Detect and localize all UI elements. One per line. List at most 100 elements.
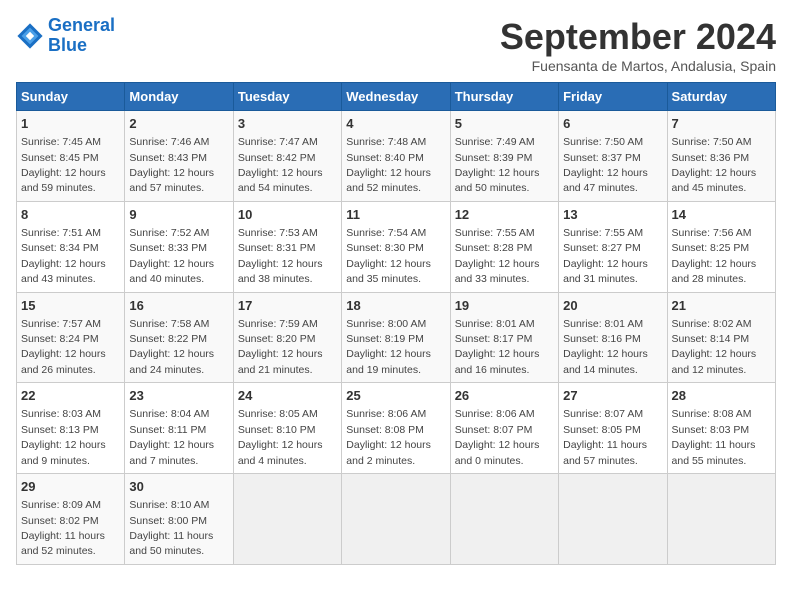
day-detail: Sunrise: 7:57 AM Sunset: 8:24 PM Dayligh…	[21, 318, 106, 376]
calendar-cell: 16 Sunrise: 7:58 AM Sunset: 8:22 PM Dayli…	[125, 292, 233, 383]
calendar-cell	[667, 474, 775, 565]
day-detail: Sunrise: 8:10 AM Sunset: 8:00 PM Dayligh…	[129, 499, 213, 557]
month-title: September 2024	[500, 16, 776, 58]
logo-icon	[16, 22, 44, 50]
calendar-cell: 12 Sunrise: 7:55 AM Sunset: 8:28 PM Dayli…	[450, 201, 558, 292]
day-header: Monday	[125, 83, 233, 111]
day-number: 30	[129, 478, 228, 496]
day-number: 2	[129, 115, 228, 133]
calendar-cell: 18 Sunrise: 8:00 AM Sunset: 8:19 PM Dayli…	[342, 292, 450, 383]
day-detail: Sunrise: 8:09 AM Sunset: 8:02 PM Dayligh…	[21, 499, 105, 557]
day-detail: Sunrise: 7:56 AM Sunset: 8:25 PM Dayligh…	[672, 227, 757, 285]
calendar-cell	[559, 474, 667, 565]
day-detail: Sunrise: 7:49 AM Sunset: 8:39 PM Dayligh…	[455, 136, 540, 194]
page-header: General Blue September 2024 Fuensanta de…	[16, 16, 776, 74]
day-number: 21	[672, 297, 771, 315]
logo: General Blue	[16, 16, 115, 56]
calendar-week-row: 22 Sunrise: 8:03 AM Sunset: 8:13 PM Dayli…	[17, 383, 776, 474]
day-number: 11	[346, 206, 445, 224]
day-number: 10	[238, 206, 337, 224]
day-detail: Sunrise: 7:46 AM Sunset: 8:43 PM Dayligh…	[129, 136, 214, 194]
day-number: 5	[455, 115, 554, 133]
day-detail: Sunrise: 7:55 AM Sunset: 8:27 PM Dayligh…	[563, 227, 648, 285]
calendar-cell: 3Sunrise: 7:47 AM Sunset: 8:42 PM Daylig…	[233, 111, 341, 202]
day-detail: Sunrise: 7:50 AM Sunset: 8:37 PM Dayligh…	[563, 136, 648, 194]
day-detail: Sunrise: 7:47 AM Sunset: 8:42 PM Dayligh…	[238, 136, 323, 194]
day-number: 8	[21, 206, 120, 224]
calendar-cell: 26 Sunrise: 8:06 AM Sunset: 8:07 PM Dayli…	[450, 383, 558, 474]
calendar-week-row: 1 Sunrise: 7:45 AM Sunset: 8:45 PM Daylig…	[17, 111, 776, 202]
day-detail: Sunrise: 8:05 AM Sunset: 8:10 PM Dayligh…	[238, 408, 323, 466]
day-number: 14	[672, 206, 771, 224]
calendar-table: SundayMondayTuesdayWednesdayThursdayFrid…	[16, 82, 776, 565]
day-detail: Sunrise: 7:50 AM Sunset: 8:36 PM Dayligh…	[672, 136, 757, 194]
day-number: 9	[129, 206, 228, 224]
day-detail: Sunrise: 7:48 AM Sunset: 8:40 PM Dayligh…	[346, 136, 431, 194]
calendar-cell: 17 Sunrise: 7:59 AM Sunset: 8:20 PM Dayli…	[233, 292, 341, 383]
calendar-cell: 28Sunrise: 8:08 AM Sunset: 8:03 PM Dayli…	[667, 383, 775, 474]
day-number: 6	[563, 115, 662, 133]
calendar-cell: 5 Sunrise: 7:49 AM Sunset: 8:39 PM Daylig…	[450, 111, 558, 202]
calendar-cell: 19 Sunrise: 8:01 AM Sunset: 8:17 PM Dayli…	[450, 292, 558, 383]
calendar-cell	[450, 474, 558, 565]
day-header: Tuesday	[233, 83, 341, 111]
day-detail: Sunrise: 8:06 AM Sunset: 8:07 PM Dayligh…	[455, 408, 540, 466]
day-number: 25	[346, 387, 445, 405]
calendar-cell: 27Sunrise: 8:07 AM Sunset: 8:05 PM Dayli…	[559, 383, 667, 474]
calendar-cell: 8 Sunrise: 7:51 AM Sunset: 8:34 PM Daylig…	[17, 201, 125, 292]
day-detail: Sunrise: 8:02 AM Sunset: 8:14 PM Dayligh…	[672, 318, 757, 376]
day-header: Wednesday	[342, 83, 450, 111]
calendar-cell	[233, 474, 341, 565]
calendar-cell: 11Sunrise: 7:54 AM Sunset: 8:30 PM Dayli…	[342, 201, 450, 292]
day-number: 17	[238, 297, 337, 315]
calendar-cell: 21 Sunrise: 8:02 AM Sunset: 8:14 PM Dayli…	[667, 292, 775, 383]
day-detail: Sunrise: 8:04 AM Sunset: 8:11 PM Dayligh…	[129, 408, 214, 466]
day-number: 7	[672, 115, 771, 133]
day-detail: Sunrise: 7:53 AM Sunset: 8:31 PM Dayligh…	[238, 227, 323, 285]
day-header: Thursday	[450, 83, 558, 111]
calendar-cell	[342, 474, 450, 565]
location: Fuensanta de Martos, Andalusia, Spain	[500, 58, 776, 74]
day-header: Friday	[559, 83, 667, 111]
day-detail: Sunrise: 8:01 AM Sunset: 8:16 PM Dayligh…	[563, 318, 648, 376]
calendar-cell: 10 Sunrise: 7:53 AM Sunset: 8:31 PM Dayli…	[233, 201, 341, 292]
day-number: 20	[563, 297, 662, 315]
day-number: 23	[129, 387, 228, 405]
calendar-cell: 29 Sunrise: 8:09 AM Sunset: 8:02 PM Dayli…	[17, 474, 125, 565]
day-detail: Sunrise: 7:55 AM Sunset: 8:28 PM Dayligh…	[455, 227, 540, 285]
day-detail: Sunrise: 8:08 AM Sunset: 8:03 PM Dayligh…	[672, 408, 756, 466]
calendar-cell: 2 Sunrise: 7:46 AM Sunset: 8:43 PM Daylig…	[125, 111, 233, 202]
day-number: 24	[238, 387, 337, 405]
calendar-cell: 4Sunrise: 7:48 AM Sunset: 8:40 PM Daylig…	[342, 111, 450, 202]
day-detail: Sunrise: 8:00 AM Sunset: 8:19 PM Dayligh…	[346, 318, 431, 376]
logo-text: General Blue	[48, 16, 115, 56]
day-header: Saturday	[667, 83, 775, 111]
header-row: SundayMondayTuesdayWednesdayThursdayFrid…	[17, 83, 776, 111]
calendar-cell: 1 Sunrise: 7:45 AM Sunset: 8:45 PM Daylig…	[17, 111, 125, 202]
calendar-week-row: 15 Sunrise: 7:57 AM Sunset: 8:24 PM Dayli…	[17, 292, 776, 383]
day-detail: Sunrise: 8:03 AM Sunset: 8:13 PM Dayligh…	[21, 408, 106, 466]
calendar-cell: 24 Sunrise: 8:05 AM Sunset: 8:10 PM Dayli…	[233, 383, 341, 474]
calendar-cell: 22 Sunrise: 8:03 AM Sunset: 8:13 PM Dayli…	[17, 383, 125, 474]
calendar-cell: 20 Sunrise: 8:01 AM Sunset: 8:16 PM Dayli…	[559, 292, 667, 383]
day-number: 18	[346, 297, 445, 315]
day-detail: Sunrise: 7:45 AM Sunset: 8:45 PM Dayligh…	[21, 136, 106, 194]
day-number: 16	[129, 297, 228, 315]
calendar-cell: 6 Sunrise: 7:50 AM Sunset: 8:37 PM Daylig…	[559, 111, 667, 202]
day-number: 1	[21, 115, 120, 133]
day-detail: Sunrise: 8:01 AM Sunset: 8:17 PM Dayligh…	[455, 318, 540, 376]
day-detail: Sunrise: 7:51 AM Sunset: 8:34 PM Dayligh…	[21, 227, 106, 285]
day-detail: Sunrise: 8:07 AM Sunset: 8:05 PM Dayligh…	[563, 408, 647, 466]
day-detail: Sunrise: 7:58 AM Sunset: 8:22 PM Dayligh…	[129, 318, 214, 376]
day-number: 13	[563, 206, 662, 224]
day-number: 26	[455, 387, 554, 405]
calendar-week-row: 29 Sunrise: 8:09 AM Sunset: 8:02 PM Dayli…	[17, 474, 776, 565]
calendar-cell: 15 Sunrise: 7:57 AM Sunset: 8:24 PM Dayli…	[17, 292, 125, 383]
day-number: 15	[21, 297, 120, 315]
calendar-week-row: 8 Sunrise: 7:51 AM Sunset: 8:34 PM Daylig…	[17, 201, 776, 292]
day-number: 12	[455, 206, 554, 224]
day-number: 22	[21, 387, 120, 405]
day-number: 19	[455, 297, 554, 315]
day-detail: Sunrise: 7:59 AM Sunset: 8:20 PM Dayligh…	[238, 318, 323, 376]
day-number: 29	[21, 478, 120, 496]
